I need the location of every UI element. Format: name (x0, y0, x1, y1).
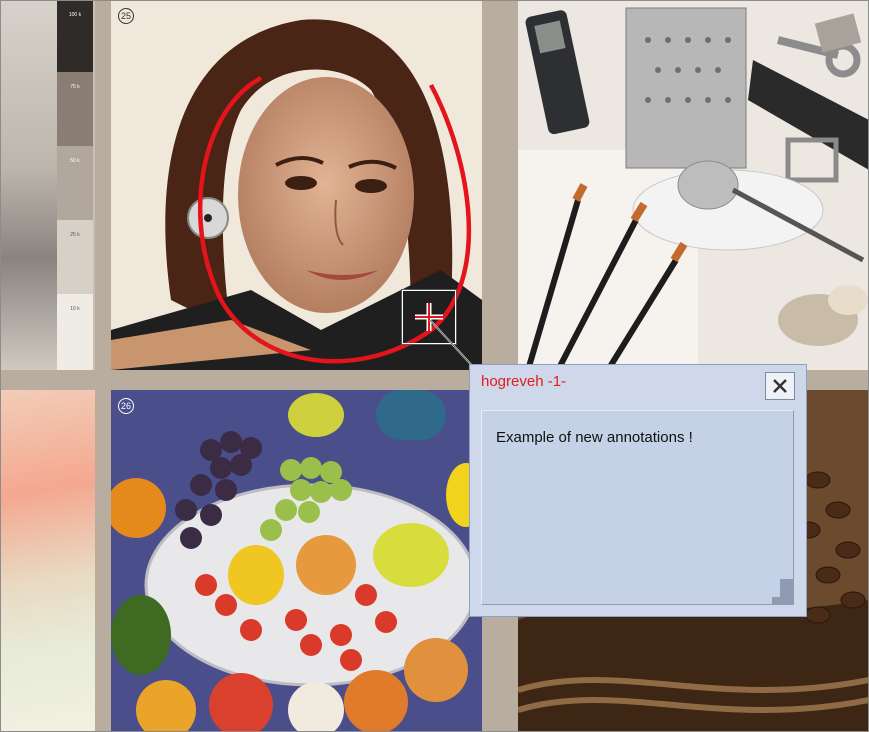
still-life-photo (518, 0, 869, 370)
page-number-26: 26 (118, 398, 134, 414)
fruit-bowl-photo: 26 (111, 390, 482, 732)
swatch-25k: 25 k (57, 220, 93, 294)
page-number-25: 25 (118, 8, 134, 24)
annotation-content: Example of new annotations ! (496, 429, 693, 446)
swatch-100k: 100 k (57, 0, 93, 72)
annotation-anchor[interactable] (401, 289, 457, 345)
left-strip-bottom-photo (0, 390, 95, 732)
annotation-text-area[interactable]: Example of new annotations ! (481, 410, 794, 605)
annotation-popup[interactable]: hogreveh -1- Example of new annotations … (469, 364, 807, 617)
resize-grip-icon-base[interactable] (772, 597, 794, 605)
swatch-75k: 75 k (57, 72, 93, 146)
swatch-50k: 50 k (57, 146, 93, 220)
annotation-close-button[interactable] (765, 372, 795, 400)
annotation-author: hogreveh -1- (481, 373, 567, 390)
crosshair-icon (415, 303, 443, 331)
close-icon (773, 379, 787, 393)
swatch-10k: 10 k (57, 294, 93, 370)
left-strip-top-photo (0, 0, 58, 370)
grid-separator-left (95, 0, 111, 732)
fruit-illustration (111, 390, 482, 732)
image-canvas[interactable]: 100 k 75 k 50 k 25 k 10 k 25 26 hogreveh… (0, 0, 869, 732)
still-life-illustration (518, 0, 869, 370)
